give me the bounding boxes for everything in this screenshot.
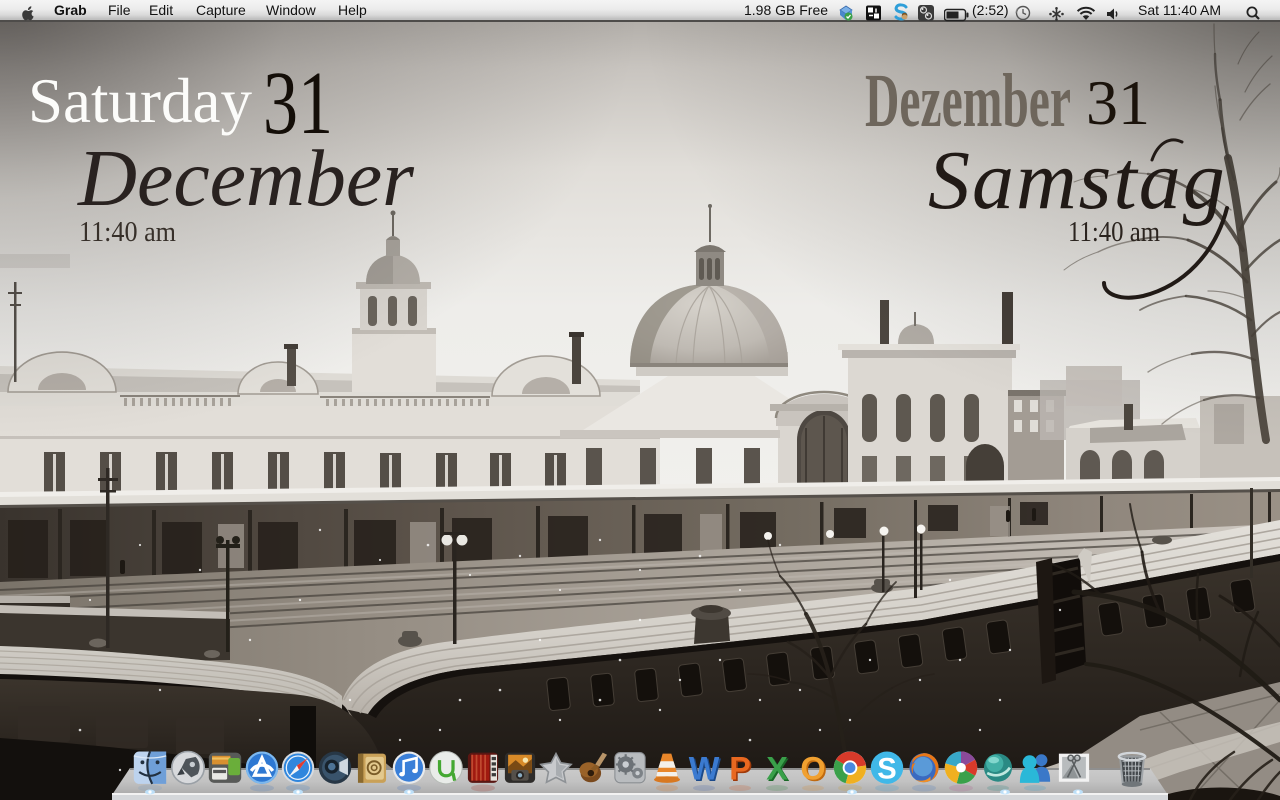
svg-text:S: S <box>877 754 896 786</box>
svg-text:December: December <box>77 135 415 223</box>
svg-text:11:40 am: 11:40 am <box>1068 216 1160 248</box>
svg-text:P: P <box>729 751 751 787</box>
svg-text:O: O <box>800 751 825 787</box>
svg-text:X: X <box>766 751 788 787</box>
svg-text:Samstag: Samstag <box>928 134 1227 227</box>
svg-text:31: 31 <box>1086 68 1150 138</box>
svg-text:Saturday: Saturday <box>28 66 252 136</box>
svg-text:11:40 am: 11:40 am <box>79 216 176 248</box>
svg-text:W: W <box>689 751 720 787</box>
svg-text:Dezember: Dezember <box>865 59 1071 143</box>
